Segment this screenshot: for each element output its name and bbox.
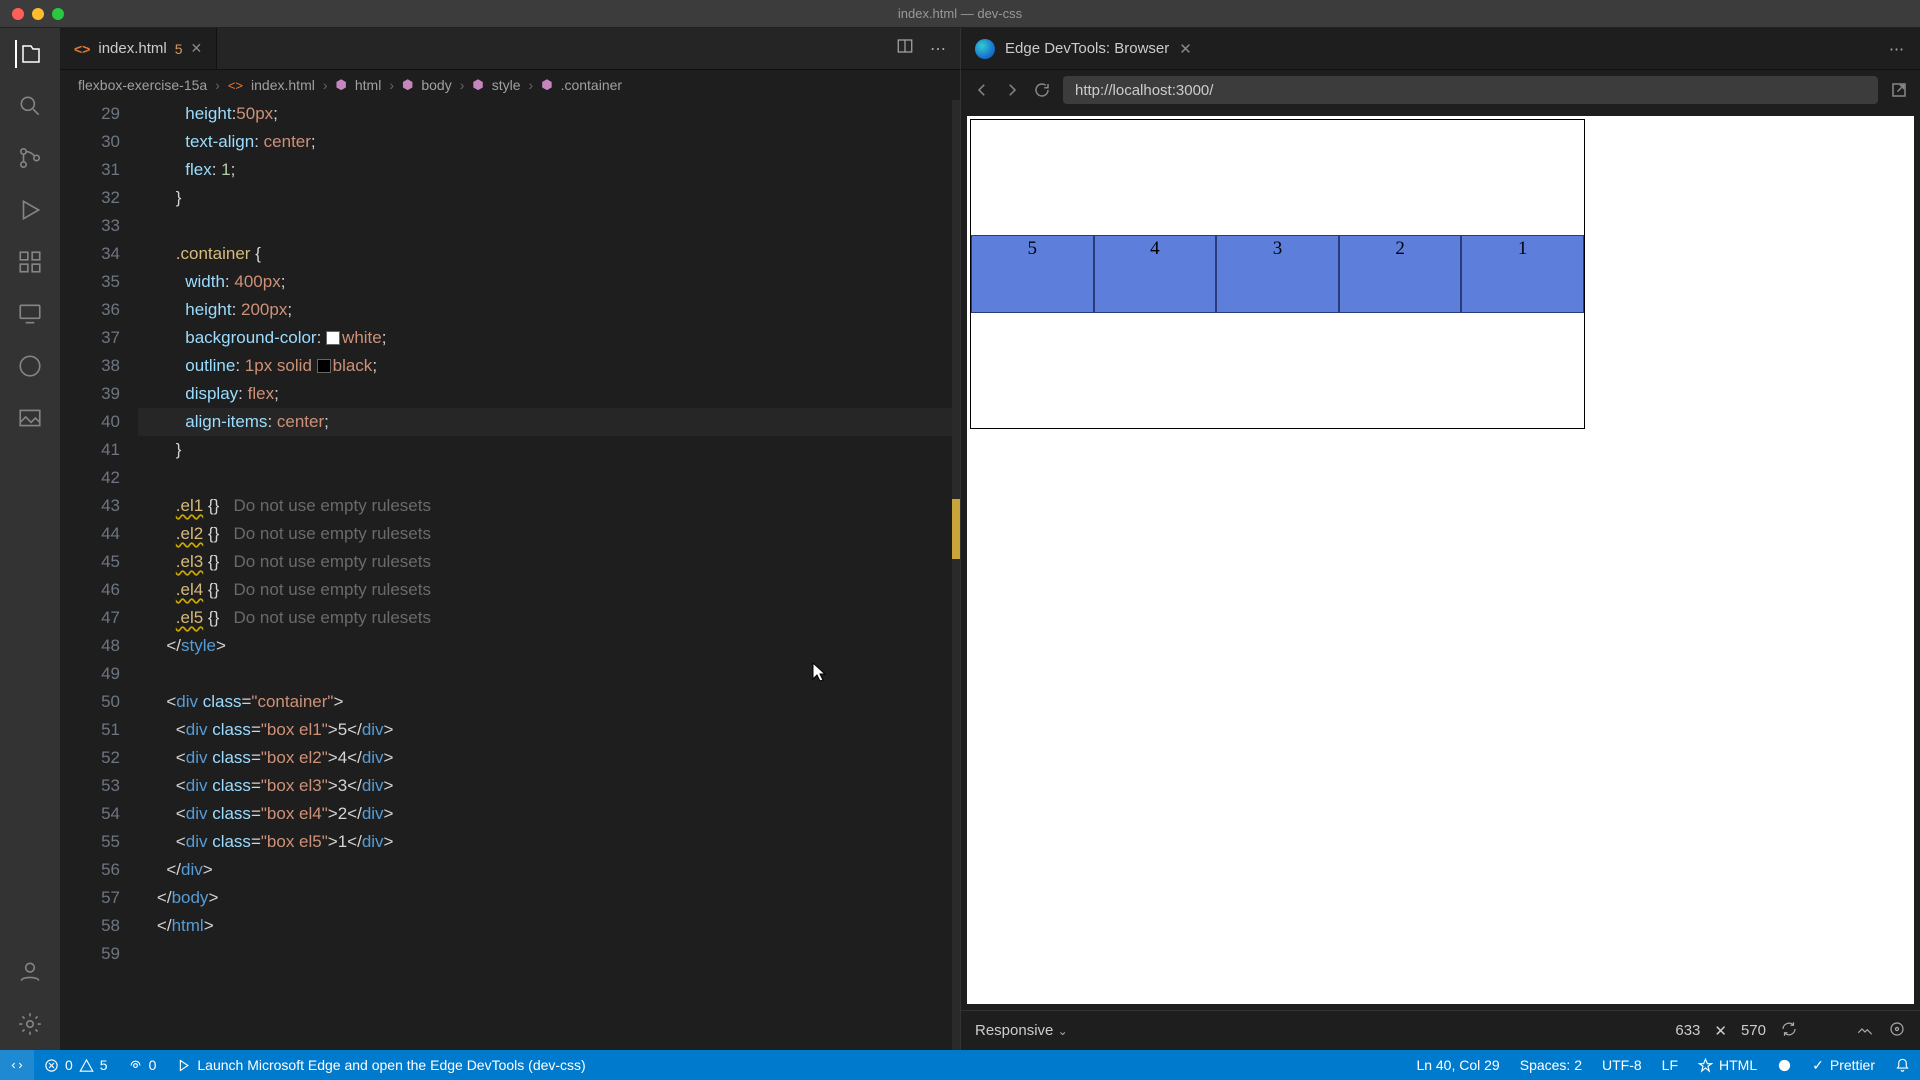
activity-bar: [0, 28, 60, 1050]
split-editor-icon[interactable]: [896, 37, 914, 60]
language-mode[interactable]: HTML: [1688, 1050, 1767, 1080]
more-actions-icon[interactable]: ⋯: [930, 39, 946, 59]
status-bar: 0 5 0 Launch Microsoft Edge and open the…: [0, 1050, 1920, 1080]
search-icon[interactable]: [16, 92, 44, 120]
forward-icon[interactable]: [1003, 81, 1021, 99]
preview-box: 5: [971, 235, 1094, 313]
live-preview-indicator[interactable]: [1767, 1050, 1802, 1080]
screenshot-icon[interactable]: [1856, 1020, 1874, 1042]
preview-container: 5 4 3 2 1: [971, 120, 1584, 428]
breadcrumb-body[interactable]: body: [421, 77, 451, 93]
edge-icon: [975, 39, 995, 59]
responsive-dropdown[interactable]: Responsive ⌄: [975, 1022, 1068, 1039]
close-tab-icon[interactable]: ✕: [191, 40, 203, 57]
editor-group: <> index.html 5 ✕ ⋯ flexbox-exercise-15a…: [60, 28, 960, 1050]
remote-indicator[interactable]: [0, 1050, 34, 1080]
eol-indicator[interactable]: LF: [1652, 1050, 1688, 1080]
url-input[interactable]: http://localhost:3000/: [1063, 76, 1878, 104]
accounts-icon[interactable]: [16, 958, 44, 986]
prettier-indicator[interactable]: ✓ Prettier: [1802, 1050, 1885, 1080]
devtools-nav: http://localhost:3000/: [961, 70, 1920, 110]
viewport-height[interactable]: 570: [1741, 1022, 1766, 1039]
breadcrumb-style[interactable]: style: [492, 77, 521, 93]
inspect-icon[interactable]: [1888, 1020, 1906, 1042]
rotate-icon[interactable]: [1780, 1020, 1798, 1042]
viewport-times: ✕: [1714, 1022, 1727, 1040]
preview-box: 4: [1094, 235, 1217, 313]
code-editor[interactable]: 2930313233343536373839404142434445464748…: [60, 100, 960, 1050]
run-debug-icon[interactable]: [16, 196, 44, 224]
launch-edge-button[interactable]: Launch Microsoft Edge and open the Edge …: [166, 1050, 595, 1080]
window-controls: [12, 8, 64, 20]
breadcrumb-html[interactable]: html: [355, 77, 381, 93]
maximize-window-icon[interactable]: [52, 8, 64, 20]
encoding-indicator[interactable]: UTF-8: [1592, 1050, 1652, 1080]
mouse-cursor-icon: [812, 662, 826, 682]
close-devtools-icon[interactable]: ✕: [1179, 40, 1192, 58]
symbol-icon: ⬢: [541, 77, 552, 93]
indent-indicator[interactable]: Spaces: 2: [1510, 1050, 1592, 1080]
preview-box: 2: [1339, 235, 1462, 313]
notifications-icon[interactable]: [1885, 1050, 1920, 1080]
preview-box: 3: [1216, 235, 1339, 313]
explorer-icon[interactable]: [15, 40, 43, 68]
breadcrumb-folder[interactable]: flexbox-exercise-15a: [78, 77, 207, 93]
symbol-icon: ⬢: [336, 77, 347, 93]
image-icon[interactable]: [16, 404, 44, 432]
back-icon[interactable]: [973, 81, 991, 99]
breadcrumb-selector[interactable]: .container: [561, 77, 622, 93]
minimize-window-icon[interactable]: [32, 8, 44, 20]
close-window-icon[interactable]: [12, 8, 24, 20]
extensions-icon[interactable]: [16, 248, 44, 276]
devtools-panel: Edge DevTools: Browser ✕ ⋯ http://localh…: [960, 28, 1920, 1050]
tab-filename: index.html: [98, 40, 166, 57]
remote-explorer-icon[interactable]: [16, 300, 44, 328]
window-title: index.html — dev-css: [898, 6, 1022, 21]
breadcrumb-file[interactable]: index.html: [251, 77, 315, 93]
html-file-icon: <>: [228, 78, 243, 93]
minimap[interactable]: [952, 100, 960, 1050]
cursor-position[interactable]: Ln 40, Col 29: [1406, 1050, 1509, 1080]
symbol-icon: ⬢: [472, 77, 483, 93]
preview-box: 1: [1461, 235, 1584, 313]
editor-tabs: <> index.html 5 ✕ ⋯: [60, 28, 960, 70]
ports-indicator[interactable]: 0: [118, 1050, 167, 1080]
tab-problems-count: 5: [175, 41, 183, 57]
breadcrumb[interactable]: flexbox-exercise-15a› <> index.html› ⬢ h…: [60, 70, 960, 100]
viewport-width[interactable]: 633: [1675, 1022, 1700, 1039]
symbol-icon: ⬢: [402, 77, 413, 93]
problems-indicator[interactable]: 0 5: [34, 1050, 118, 1080]
devtools-tab[interactable]: Edge DevTools: Browser ✕ ⋯: [961, 28, 1920, 70]
more-actions-icon[interactable]: ⋯: [1889, 40, 1906, 58]
preview-viewport[interactable]: 5 4 3 2 1: [967, 116, 1914, 1004]
devtools-title: Edge DevTools: Browser: [1005, 40, 1169, 57]
tab-index-html[interactable]: <> index.html 5 ✕: [60, 28, 217, 69]
devtools-footer: Responsive ⌄ 633 ✕ 570: [961, 1010, 1920, 1050]
source-control-icon[interactable]: [16, 144, 44, 172]
titlebar: index.html — dev-css: [0, 0, 1920, 28]
edge-tools-icon[interactable]: [16, 352, 44, 380]
reload-icon[interactable]: [1033, 81, 1051, 99]
gear-icon[interactable]: [16, 1010, 44, 1038]
html-file-icon: <>: [74, 41, 90, 57]
open-external-icon[interactable]: [1890, 81, 1908, 99]
